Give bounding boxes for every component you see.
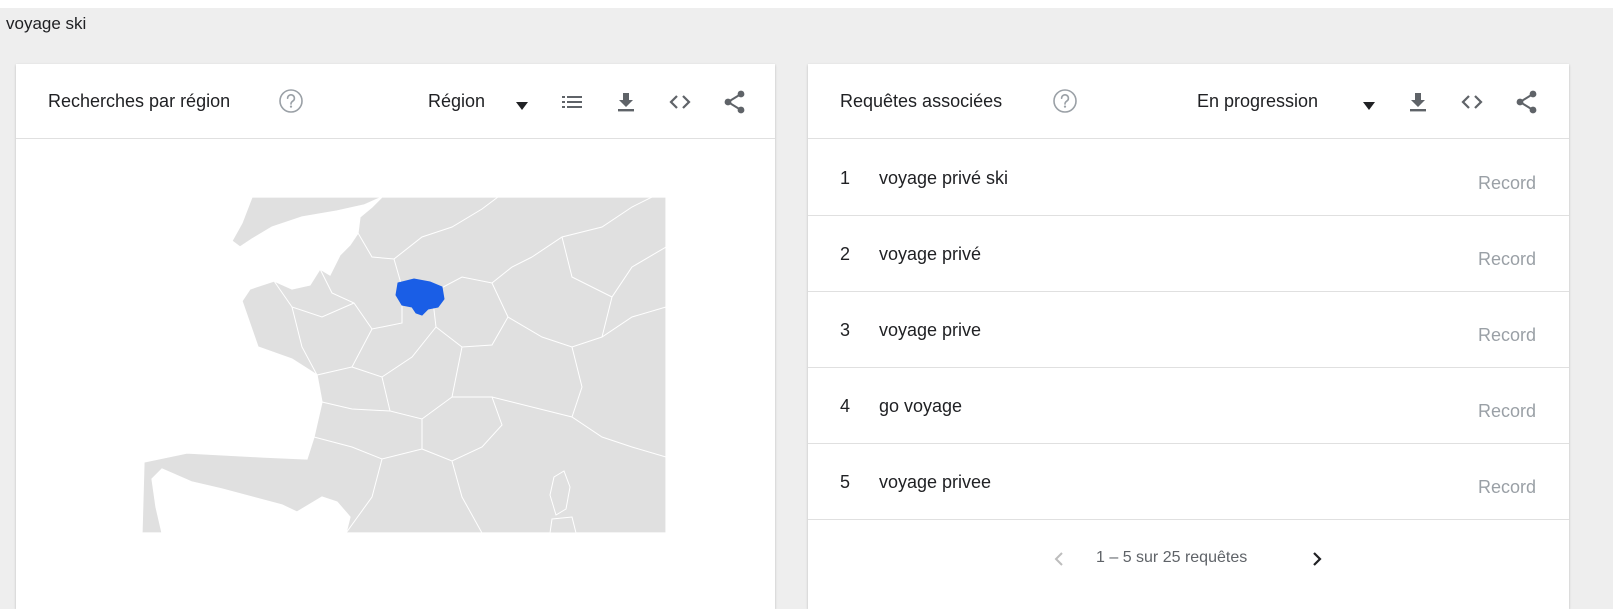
query-value: Record [1477, 401, 1536, 421]
embed-code-icon[interactable] [667, 89, 693, 115]
list-item[interactable]: 5 voyage privee Record [808, 444, 1569, 520]
query-text[interactable]: voyage prive [879, 320, 981, 341]
map-landmass [132, 197, 666, 533]
download-icon[interactable] [613, 89, 639, 115]
query-text[interactable]: voyage privé [879, 244, 981, 265]
query-list: 1 voyage privé ski Record 2 voyage privé… [808, 140, 1569, 520]
region-card: Recherches par région Région [16, 64, 775, 609]
share-icon[interactable] [722, 89, 748, 115]
query-rank: 3 [840, 320, 851, 340]
query-value: Record [1477, 173, 1536, 193]
list-item[interactable]: 1 voyage privé ski Record [808, 140, 1569, 216]
region-card-title: Recherches par région [48, 91, 231, 111]
region-map [132, 197, 666, 533]
list-item[interactable]: 3 voyage prive Record [808, 292, 1569, 368]
search-term-label: voyage ski [6, 14, 87, 33]
query-value: Record [1477, 325, 1536, 345]
query-rank: 4 [840, 396, 851, 416]
query-value: Record [1477, 477, 1536, 497]
chevron-right-icon[interactable] [1310, 550, 1324, 568]
list-item[interactable]: 4 go voyage Record [808, 368, 1569, 444]
query-text[interactable]: voyage privé ski [879, 168, 1008, 189]
query-rank: 5 [840, 472, 851, 492]
download-icon[interactable] [1405, 89, 1431, 115]
share-icon[interactable] [1514, 89, 1540, 115]
sort-select[interactable]: En progression [1197, 91, 1318, 112]
help-circle-icon[interactable] [1052, 88, 1078, 114]
queries-card-header: Requêtes associées En progression [808, 64, 1569, 139]
resolution-select[interactable]: Région [428, 91, 485, 112]
region-card-header: Recherches par région Région [16, 64, 775, 139]
list-item[interactable]: 2 voyage privé Record [808, 216, 1569, 292]
embed-code-icon[interactable] [1459, 89, 1485, 115]
query-rank: 2 [840, 244, 851, 264]
list-icon[interactable] [560, 89, 586, 115]
queries-card-title: Requêtes associées [840, 91, 1003, 111]
queries-card: Requêtes associées En progression 1 voya… [808, 64, 1569, 609]
caret-down-icon[interactable] [516, 97, 528, 110]
pagination: 1 – 5 sur 25 requêtes [808, 542, 1569, 582]
query-text[interactable]: go voyage [879, 396, 962, 417]
top-strip [0, 0, 1613, 8]
chevron-left-icon [1052, 550, 1066, 568]
help-circle-icon[interactable] [278, 88, 304, 114]
query-rank: 1 [840, 168, 851, 188]
query-text[interactable]: voyage privee [879, 472, 991, 493]
pagination-text: 1 – 5 sur 25 requêtes [1096, 549, 1248, 566]
map-sardinia [549, 516, 577, 533]
query-value: Record [1477, 249, 1536, 269]
caret-down-icon[interactable] [1363, 97, 1375, 110]
